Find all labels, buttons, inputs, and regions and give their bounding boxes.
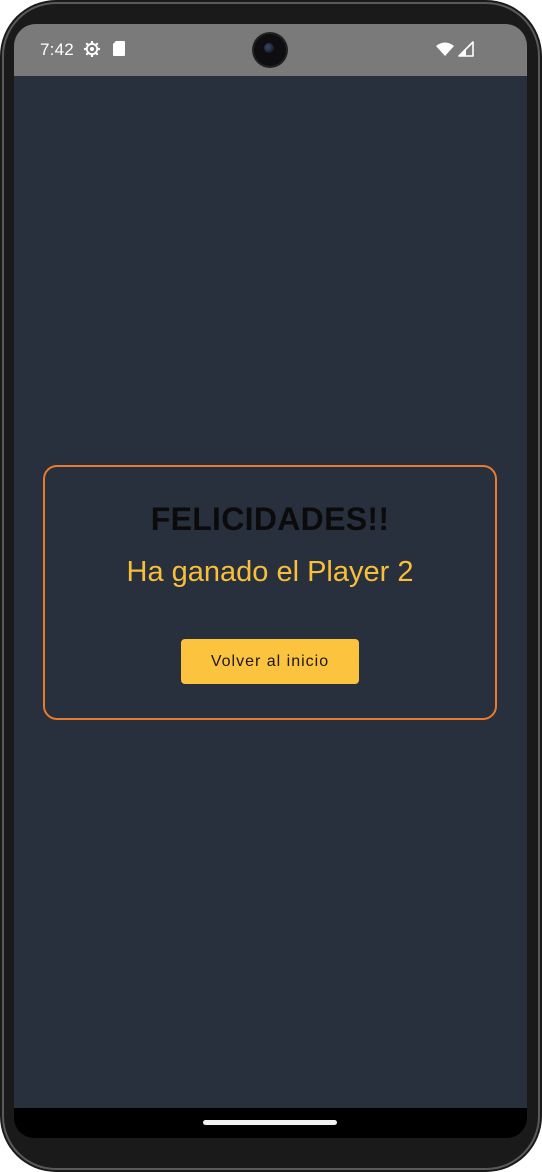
winner-dialog: FELICIDADES!! Ha ganado el Player 2 Volv… bbox=[43, 465, 497, 720]
back-to-start-button[interactable]: Volver al inicio bbox=[181, 639, 359, 684]
phone-frame: 7:42 FELICIDADES!! Ha ganado el Player 2… bbox=[0, 0, 542, 1172]
front-camera bbox=[254, 34, 286, 66]
sd-card-icon bbox=[113, 41, 125, 56]
settings-gear-icon bbox=[84, 41, 100, 57]
dialog-title: FELICIDADES!! bbox=[150, 501, 390, 537]
cellular-signal-icon bbox=[458, 41, 474, 57]
home-gesture-handle[interactable] bbox=[203, 1120, 337, 1125]
winner-message: Ha ganado el Player 2 bbox=[126, 556, 414, 588]
wifi-icon bbox=[436, 42, 454, 56]
status-bar: 7:42 bbox=[14, 24, 527, 76]
status-time: 7:42 bbox=[40, 40, 74, 59]
navigation-bar bbox=[14, 1108, 527, 1138]
app-screen: 7:42 FELICIDADES!! Ha ganado el Player 2… bbox=[14, 24, 527, 1138]
